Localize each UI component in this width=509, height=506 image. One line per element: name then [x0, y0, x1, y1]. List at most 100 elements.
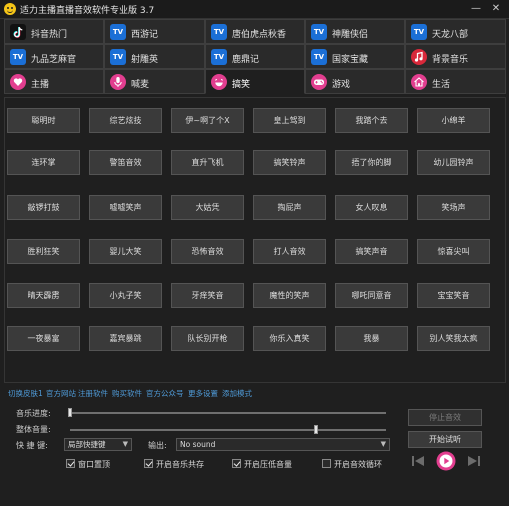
link-add-mode[interactable]: 添加模式	[222, 388, 252, 399]
tab-anchor[interactable]: 主播	[4, 69, 104, 94]
link-switch-skin[interactable]: 切换皮肤1	[8, 388, 43, 399]
sfx-button[interactable]: 晴天霹雳	[7, 283, 80, 308]
sfx-button[interactable]: 婴儿大笑	[89, 239, 162, 264]
tab-label: 生活	[432, 80, 451, 90]
sfx-button[interactable]: 搞笑声音	[335, 239, 408, 264]
output-select[interactable]: No sound ▼	[176, 438, 390, 451]
close-button[interactable]: ✕	[489, 2, 503, 16]
play-icon[interactable]	[436, 451, 456, 471]
tv-icon: TV	[110, 24, 126, 40]
tab-jiupin-zhima[interactable]: TV 九品芝麻官	[4, 44, 104, 69]
output-label: 输出:	[148, 441, 167, 450]
music-progress-handle[interactable]	[68, 408, 72, 417]
sfx-button[interactable]: 伊~啊了个X	[171, 108, 244, 133]
sfx-button[interactable]: 队长别开枪	[171, 326, 244, 351]
category-tabs: 抖音热门 TV 西游记 TV 唐伯虎点秋香 TV 神雕侠侣 TV 天龙八部 TV…	[4, 19, 506, 97]
tv-icon: TV	[311, 49, 327, 65]
sfx-button[interactable]: 魔性的笑声	[253, 283, 326, 308]
always-on-top-checkbox[interactable]	[66, 459, 75, 468]
tab-shediao[interactable]: TV 射雕英	[104, 44, 205, 69]
sfx-button[interactable]: 打人音效	[253, 239, 326, 264]
link-official-account[interactable]: 官方公众号	[146, 388, 184, 399]
music-progress-label: 音乐进度:	[16, 409, 51, 418]
link-register[interactable]: 注册软件	[78, 388, 108, 399]
tab-douyin-hot[interactable]: 抖音热门	[4, 19, 104, 44]
sfx-button[interactable]: 连环掌	[7, 150, 80, 175]
tab-background-music[interactable]: 背景音乐	[405, 44, 506, 69]
tab-label: 国家宝藏	[332, 55, 369, 65]
tab-label: 喊麦	[131, 80, 150, 90]
sfx-button[interactable]: 牙痒笑音	[171, 283, 244, 308]
stop-sfx-button[interactable]: 停止音效	[408, 409, 482, 426]
sfx-button[interactable]: 聪明时	[7, 108, 80, 133]
tv-icon: TV	[110, 49, 126, 65]
start-preview-button[interactable]: 开始试听	[408, 431, 482, 448]
sfx-button[interactable]: 嘉宾暴跳	[89, 326, 162, 351]
tab-label: 天龙八部	[432, 30, 469, 40]
sfx-button[interactable]: 惊喜尖叫	[417, 239, 490, 264]
chevron-down-icon: ▼	[122, 440, 128, 448]
sfx-button[interactable]: 捂了你的脚	[335, 150, 408, 175]
tab-national-treasure[interactable]: TV 国家宝藏	[305, 44, 405, 69]
tab-label: 九品芝麻官	[31, 55, 77, 65]
sfx-button[interactable]: 直升飞机	[171, 150, 244, 175]
tab-hanmai[interactable]: 喊麦	[104, 69, 205, 94]
tab-xiyouji[interactable]: TV 西游记	[104, 19, 205, 44]
tv-icon: TV	[211, 24, 227, 40]
title-bar: 适力主播直播音效软件专业版 3.7 — ✕	[0, 0, 509, 19]
tab-games[interactable]: 游戏	[305, 69, 405, 94]
tab-tianlong-babu[interactable]: TV 天龙八部	[405, 19, 506, 44]
sfx-button[interactable]: 搞笑铃声	[253, 150, 326, 175]
sfx-button[interactable]: 敲锣打鼓	[7, 195, 80, 220]
tab-shendiao-xialv[interactable]: TV 神雕侠侣	[305, 19, 405, 44]
hotkey-select[interactable]: 局部快捷键 ▼	[64, 438, 132, 451]
app-smiley-icon	[4, 3, 16, 15]
sfx-button[interactable]: 皇上驾到	[253, 108, 326, 133]
tab-label: 鹿鼎记	[232, 55, 260, 65]
sfx-button[interactable]: 宝宝笑音	[417, 283, 490, 308]
sfx-button[interactable]: 幼儿园铃声	[417, 150, 490, 175]
sfx-button[interactable]: 嘘嘘笑声	[89, 195, 162, 220]
output-value: No sound	[180, 440, 216, 449]
minimize-button[interactable]: —	[469, 2, 483, 16]
tab-label: 背景音乐	[432, 55, 469, 65]
sfx-button[interactable]: 我暴	[335, 326, 408, 351]
sfx-button[interactable]: 你乐入真笑	[253, 326, 326, 351]
tab-life[interactable]: 生活	[405, 69, 506, 94]
sfx-button[interactable]: 综艺炫技	[89, 108, 162, 133]
duck-volume-checkbox[interactable]	[232, 459, 241, 468]
sfx-button[interactable]: 警笛音效	[89, 150, 162, 175]
sfx-button[interactable]: 小丸子笑	[89, 283, 162, 308]
sfx-button[interactable]: 别人笑我太疯	[417, 326, 490, 351]
music-coexist-checkbox[interactable]	[144, 459, 153, 468]
tv-icon: TV	[411, 24, 427, 40]
music-progress-slider[interactable]	[70, 412, 386, 414]
window-title: 适力主播直播音效软件专业版 3.7	[20, 6, 155, 16]
tab-label: 射雕英	[131, 55, 159, 65]
link-more-settings[interactable]: 更多设置	[188, 388, 218, 399]
tab-label: 搞笑	[232, 80, 251, 90]
sfx-button[interactable]: 一夜暴富	[7, 326, 80, 351]
tab-funny[interactable]: 搞笑	[205, 69, 305, 94]
tab-ludingji[interactable]: TV 鹿鼎记	[205, 44, 305, 69]
link-official-site[interactable]: 官方网站	[46, 388, 76, 399]
volume-handle[interactable]	[314, 425, 319, 434]
sfx-button[interactable]: 胜利狂笑	[7, 239, 80, 264]
sfx-button[interactable]: 笑场声	[417, 195, 490, 220]
sfx-loop-checkbox[interactable]	[322, 459, 331, 468]
volume-slider[interactable]	[70, 429, 386, 431]
checkbox-label: 开启压低音量	[244, 460, 292, 469]
sfx-button[interactable]: 哪吒同意音	[335, 283, 408, 308]
sfx-button[interactable]: 女人叹息	[335, 195, 408, 220]
sfx-button[interactable]: 我踏个去	[335, 108, 408, 133]
next-track-icon[interactable]	[466, 453, 482, 469]
tab-label: 神雕侠侣	[332, 30, 369, 40]
link-purchase[interactable]: 购买软件	[112, 388, 142, 399]
sfx-button[interactable]: 掏屁声	[253, 195, 326, 220]
tab-tang-bohu[interactable]: TV 唐伯虎点秋香	[205, 19, 305, 44]
gamepad-icon	[311, 74, 327, 90]
previous-track-icon[interactable]	[410, 453, 426, 469]
sfx-button[interactable]: 小绵羊	[417, 108, 490, 133]
sfx-button[interactable]: 大姑凭	[171, 195, 244, 220]
sfx-button[interactable]: 恐怖音效	[171, 239, 244, 264]
